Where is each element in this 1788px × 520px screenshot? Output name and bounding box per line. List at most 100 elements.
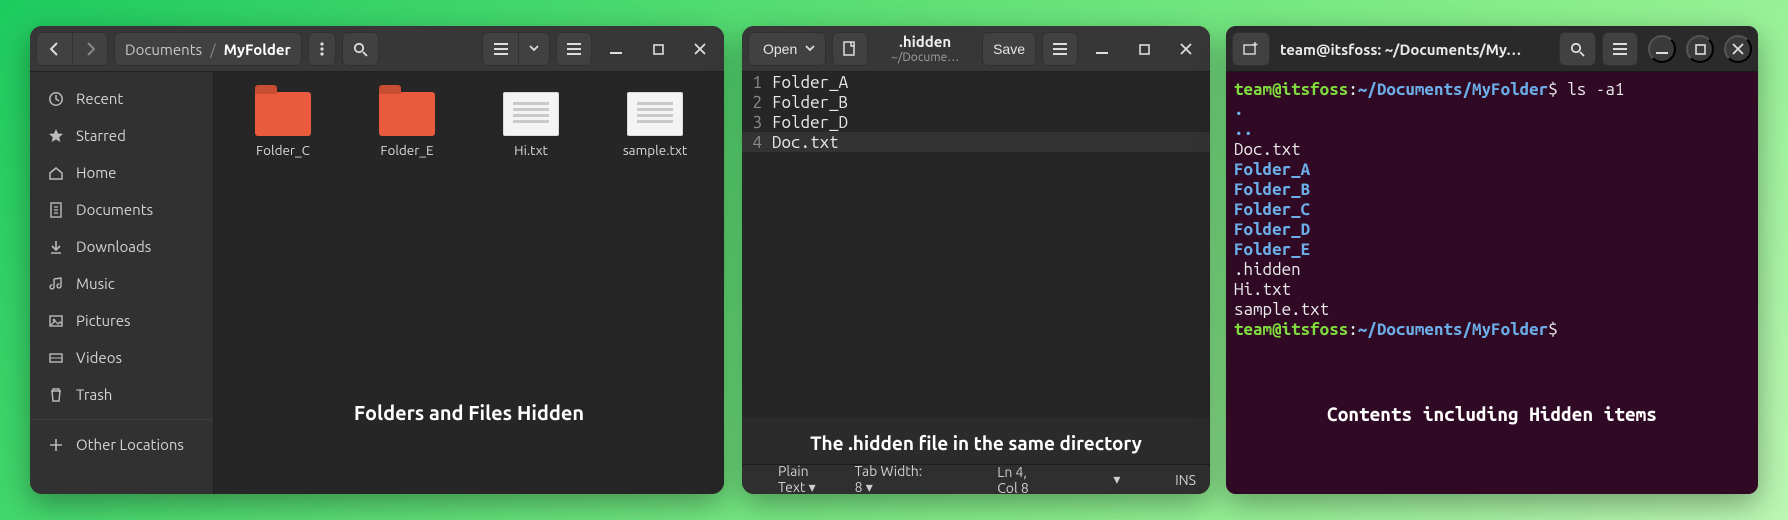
hamburger-menu-button[interactable] — [1602, 32, 1638, 66]
plus-icon — [48, 437, 64, 453]
maximize-button[interactable] — [640, 35, 676, 63]
sidebar-item-label: Pictures — [76, 312, 131, 329]
file-manager-window: Documents / MyFolder — [30, 26, 724, 494]
editor-line[interactable]: 4Doc.txt — [742, 132, 1210, 152]
status-tabwidth[interactable]: Tab Width: 8 ▾ — [855, 463, 923, 494]
file-manager-headerbar: Documents / MyFolder — [30, 26, 724, 72]
text-editor-window: Open .hidden ~/Docume… Save 1Folder_A2Fo… — [742, 26, 1210, 494]
trash-icon — [48, 387, 64, 403]
kebab-icon — [320, 42, 324, 56]
file-manager-canvas[interactable]: Folder_C Folder_E Hi.txt sample.txt Folders… — [214, 72, 724, 494]
terminal-line: Folder_B — [1234, 180, 1750, 200]
chevron-right-icon — [85, 42, 95, 56]
folder-icon — [255, 92, 311, 136]
clock-icon — [48, 91, 64, 107]
save-button[interactable]: Save — [982, 32, 1036, 66]
minimize-button[interactable] — [598, 35, 634, 63]
line-text: Folder_D — [768, 113, 848, 132]
status-insert-mode[interactable]: INS — [1175, 472, 1196, 488]
terminal-headerbar: team@itsfoss: ~/Documents/My… — [1226, 26, 1758, 72]
sidebar-item-music[interactable]: Music — [30, 265, 213, 302]
sidebar-item-label: Home — [76, 164, 116, 181]
file-item[interactable]: Hi.txt — [488, 92, 574, 158]
terminal-line: Folder_A — [1234, 160, 1750, 180]
close-button[interactable] — [1168, 35, 1204, 63]
hamburger-icon — [1613, 43, 1627, 55]
sidebar-item-downloads[interactable]: Downloads — [30, 228, 213, 265]
home-icon — [48, 165, 64, 181]
forward-button[interactable] — [72, 32, 108, 66]
overlay-caption: Folders and Files Hidden — [214, 401, 724, 424]
folder-item[interactable]: Folder_E — [364, 92, 450, 158]
path-segment-current[interactable]: MyFolder — [224, 41, 291, 58]
new-tab-button[interactable] — [1232, 32, 1270, 66]
sidebar-item-recent[interactable]: Recent — [30, 80, 213, 117]
search-icon — [1570, 42, 1585, 57]
new-tab-button[interactable] — [832, 32, 868, 66]
chevron-down-icon: ▾ — [866, 479, 873, 494]
path-menu-button[interactable] — [308, 32, 336, 66]
close-button[interactable] — [682, 35, 718, 63]
maximize-button[interactable] — [1126, 35, 1162, 63]
terminal-line: .hidden — [1234, 260, 1750, 280]
terminal-line: team@itsfoss:~/Documents/MyFolder$ — [1234, 320, 1750, 340]
file-item[interactable]: sample.txt — [612, 92, 698, 158]
editor-line[interactable]: 1Folder_A — [742, 72, 1210, 92]
view-list-button[interactable] — [482, 32, 518, 66]
minimize-button[interactable] — [1648, 35, 1676, 63]
editor-line[interactable]: 2Folder_B — [742, 92, 1210, 112]
path-separator: / — [210, 41, 216, 58]
sidebar-item-home[interactable]: Home — [30, 154, 213, 191]
terminal-line: team@itsfoss:~/Documents/MyFolder$ ls -a… — [1234, 80, 1750, 100]
line-number: 1 — [742, 73, 768, 92]
overlay-caption: Contents including Hidden items — [1226, 404, 1758, 424]
star-icon — [48, 128, 64, 144]
folder-icon — [379, 92, 435, 136]
sidebar-item-videos[interactable]: Videos — [30, 339, 213, 376]
maximize-icon — [653, 44, 664, 55]
sidebar-item-other-locations[interactable]: Other Locations — [30, 426, 213, 463]
minimize-button[interactable] — [1084, 35, 1120, 63]
minimize-icon — [1096, 43, 1108, 55]
sidebar-item-pictures[interactable]: Pictures — [30, 302, 213, 339]
sidebar-item-label: Videos — [76, 349, 122, 366]
document-title: .hidden ~/Docume… — [874, 34, 976, 64]
hamburger-menu-button[interactable] — [556, 32, 592, 66]
sidebar-item-documents[interactable]: Documents — [30, 191, 213, 228]
chevron-down-icon[interactable]: ▾ — [1113, 471, 1120, 488]
view-options-button[interactable] — [518, 32, 550, 66]
overlay-caption: The .hidden file in the same directory — [742, 418, 1210, 464]
nav-buttons — [36, 32, 108, 66]
sidebar-item-label: Trash — [76, 386, 112, 403]
download-icon — [48, 239, 64, 255]
open-button[interactable]: Open — [748, 32, 826, 66]
sidebar-item-label: Documents — [76, 201, 153, 218]
editor-line[interactable]: 3Folder_D — [742, 112, 1210, 132]
maximize-icon — [1139, 44, 1150, 55]
sidebar-item-trash[interactable]: Trash — [30, 376, 213, 413]
close-icon — [1732, 43, 1744, 55]
path-segment[interactable]: Documents — [125, 41, 202, 58]
folder-item[interactable]: Folder_C — [240, 92, 326, 158]
terminal-area[interactable]: team@itsfoss:~/Documents/MyFolder$ ls -a… — [1226, 72, 1758, 494]
editor-area[interactable]: 1Folder_A2Folder_B3Folder_D4Doc.txt — [742, 72, 1210, 418]
maximize-button[interactable] — [1686, 35, 1714, 63]
text-file-icon — [627, 92, 683, 136]
search-button[interactable] — [342, 32, 379, 66]
status-language[interactable]: Plain Text ▾ — [778, 463, 833, 494]
hamburger-icon — [1053, 43, 1067, 55]
minimize-icon — [1656, 43, 1668, 55]
terminal-line: . — [1234, 100, 1750, 120]
music-icon — [48, 276, 64, 292]
hamburger-menu-button[interactable] — [1042, 32, 1078, 66]
search-button[interactable] — [1559, 32, 1596, 66]
new-tab-icon — [1243, 42, 1259, 56]
terminal-title: team@itsfoss: ~/Documents/My… — [1276, 41, 1553, 58]
sidebar-item-starred[interactable]: Starred — [30, 117, 213, 154]
file-label: sample.txt — [612, 142, 698, 158]
terminal-line: Folder_C — [1234, 200, 1750, 220]
path-bar[interactable]: Documents / MyFolder — [114, 32, 302, 66]
close-button[interactable] — [1724, 35, 1752, 63]
view-switcher — [482, 32, 550, 66]
back-button[interactable] — [36, 32, 72, 66]
